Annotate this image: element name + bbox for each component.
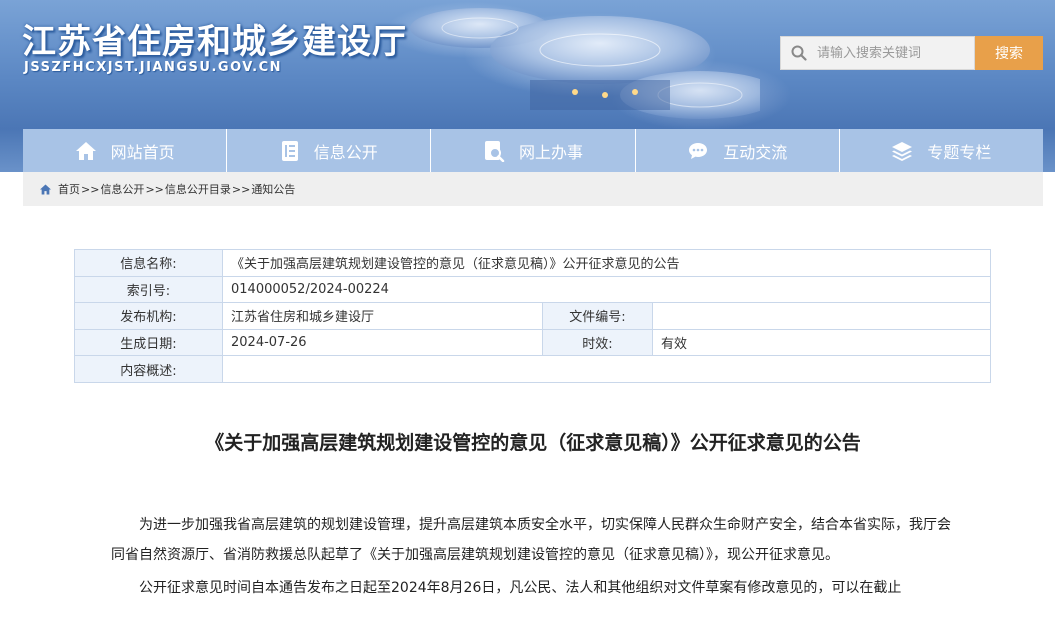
table-row: 内容概述: [74, 355, 991, 383]
index-value: 014000052/2024-00224 [222, 275, 991, 304]
article-body: 为进一步加强我省高层建筑的规划建设管理，提升高层建筑本质安全水平，切实保障人民群… [111, 511, 953, 604]
breadcrumb-separator: >> [81, 182, 100, 196]
search-document-icon [485, 140, 505, 162]
nav-item-label: 信息公开 [313, 142, 378, 162]
publisher-label: 发布机构: [74, 302, 223, 330]
document-icon [281, 140, 298, 161]
info-meta-table: 信息名称: 《关于加强高层建筑规划建设管控的意见（征求意见稿）》公开征求意见的公… [74, 249, 991, 383]
date-value: 2024-07-26 [222, 328, 543, 357]
article-title: 《关于加强高层建筑规划建设管控的意见（征求意见稿）》公开征求意见的公告 [205, 432, 861, 454]
table-row: 生成日期: 2024-07-26 时效: 有效 [74, 328, 991, 357]
search-icon [781, 36, 817, 70]
nav-item-label: 网站首页 [110, 142, 175, 162]
doc-number-label: 文件编号: [542, 302, 653, 330]
nav-item-label: 网上办事 [519, 142, 584, 162]
layers-icon [892, 141, 913, 161]
validity-value: 有效 [652, 328, 991, 357]
header-banner-image [410, 8, 760, 119]
table-row: 索引号: 014000052/2024-00224 [74, 275, 991, 304]
home-icon [75, 141, 96, 160]
nav-item-label: 互动交流 [723, 142, 788, 162]
chat-icon [689, 142, 708, 159]
publisher-value: 江苏省住房和城乡建设厅 [222, 302, 543, 330]
nav-item-label: 专题专栏 [927, 142, 992, 162]
breadcrumb-info-disclosure[interactable]: 信息公开 [100, 181, 144, 197]
summary-value [222, 355, 991, 383]
main-nav: 网站首页 信息公开 网上办事 互动交流 专题专栏 [23, 129, 1043, 172]
nav-item-home[interactable]: 网站首页 [23, 129, 228, 172]
search-input[interactable] [817, 38, 967, 68]
search-box [780, 36, 975, 70]
nav-item-online-services[interactable]: 网上办事 [431, 129, 636, 172]
nav-item-special-topics[interactable]: 专题专栏 [840, 129, 1043, 172]
nav-item-info-disclosure[interactable]: 信息公开 [227, 129, 432, 172]
breadcrumb-home[interactable]: 首页 [58, 181, 80, 197]
breadcrumb-notices[interactable]: 通知公告 [251, 181, 295, 197]
table-row: 信息名称: 《关于加强高层建筑规划建设管控的意见（征求意见稿）》公开征求意见的公… [74, 249, 991, 277]
info-name-value: 《关于加强高层建筑规划建设管控的意见（征求意见稿）》公开征求意见的公告 [222, 249, 991, 277]
info-name-label: 信息名称: [74, 249, 223, 277]
breadcrumb-separator: >> [231, 182, 251, 196]
main-content: 信息名称: 《关于加强高层建筑规划建设管控的意见（征求意见稿）》公开征求意见的公… [23, 206, 1043, 624]
article-paragraph: 为进一步加强我省高层建筑的规划建设管理，提升高层建筑本质安全水平，切实保障人民群… [111, 517, 951, 563]
search-button[interactable]: 搜索 [975, 36, 1043, 70]
doc-number-value [652, 302, 991, 330]
breadcrumb: 首页 >> 信息公开 >> 信息公开目录 >> 通知公告 [23, 172, 1043, 206]
site-title[interactable]: 江苏省住房和城乡建设厅 [22, 14, 407, 63]
date-label: 生成日期: [74, 328, 223, 357]
index-label: 索引号: [74, 275, 223, 304]
nav-item-interaction[interactable]: 互动交流 [636, 129, 840, 172]
table-row: 发布机构: 江苏省住房和城乡建设厅 文件编号: [74, 302, 991, 330]
article-paragraph: 公开征求意见时间自本通告发布之日起至2024年8月26日，凡公民、法人和其他组织… [139, 580, 902, 596]
breadcrumb-info-catalog[interactable]: 信息公开目录 [165, 181, 231, 197]
validity-label: 时效: [542, 328, 653, 357]
site-domain: JSSZFHCXJST.JIANGSU.GOV.CN [24, 60, 283, 75]
breadcrumb-separator: >> [145, 182, 164, 196]
home-icon [40, 184, 51, 194]
summary-label: 内容概述: [74, 355, 223, 383]
